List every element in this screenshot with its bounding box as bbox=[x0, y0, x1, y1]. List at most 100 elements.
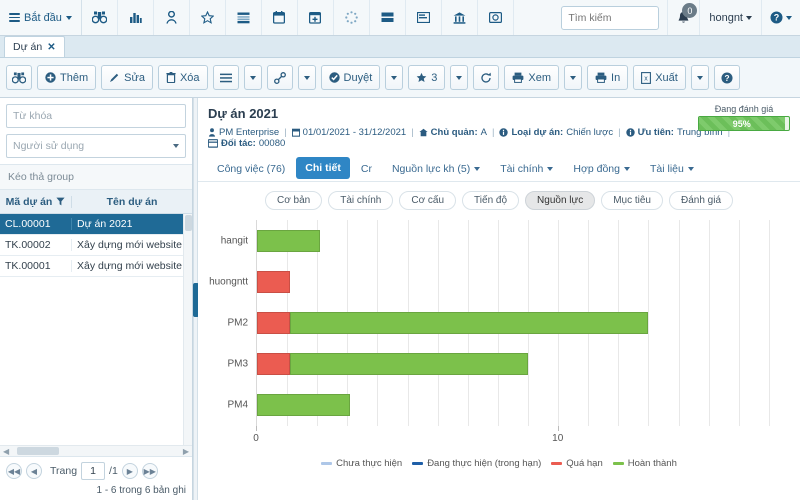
approve-button[interactable]: Duyệt bbox=[320, 65, 381, 90]
list-icon[interactable] bbox=[226, 0, 262, 35]
pill-1[interactable]: Tài chính bbox=[328, 191, 394, 210]
tab-0[interactable]: Công việc (76) bbox=[208, 158, 294, 180]
tab-6[interactable]: Tài liệu bbox=[641, 158, 703, 180]
global-search bbox=[553, 5, 667, 30]
scrollbar-thumb[interactable] bbox=[17, 447, 60, 455]
star-icon[interactable] bbox=[190, 0, 226, 35]
tab-2[interactable]: Cr bbox=[352, 158, 381, 180]
pill-6[interactable]: Đánh giá bbox=[669, 191, 734, 210]
pill-4[interactable]: Nguồn lực bbox=[525, 191, 596, 210]
export-button[interactable]: x Xuất bbox=[633, 65, 686, 90]
favorites-count: 3 bbox=[431, 71, 438, 84]
delete-button[interactable]: Xóa bbox=[157, 65, 208, 90]
tab-1[interactable]: Chi tiết bbox=[296, 157, 350, 179]
user-menu[interactable]: hongnt bbox=[699, 0, 761, 35]
binoculars-icon[interactable] bbox=[82, 0, 118, 35]
table-row[interactable]: TK.00001 Xây dựng mới website cho TCT bbox=[0, 256, 192, 277]
calendar-plus-icon[interactable] bbox=[298, 0, 334, 35]
help-icon: ? bbox=[770, 11, 783, 24]
chart-grid bbox=[256, 220, 784, 426]
plus-circle-icon bbox=[45, 72, 56, 83]
help-menu[interactable]: ? bbox=[761, 0, 800, 35]
add-button[interactable]: Thêm bbox=[37, 65, 97, 90]
chevron-down-icon bbox=[624, 167, 630, 171]
favorites-button[interactable]: 3 bbox=[408, 65, 446, 90]
user-icon[interactable] bbox=[154, 0, 190, 35]
scrollbar-thumb[interactable] bbox=[184, 215, 192, 231]
approve-dropdown[interactable] bbox=[385, 65, 404, 90]
progress-fill: 95% bbox=[699, 117, 785, 130]
bar-chart-icon[interactable] bbox=[118, 0, 154, 35]
search-toolbar-button[interactable] bbox=[6, 65, 32, 90]
meta-value: A bbox=[480, 127, 487, 138]
calendar-icon[interactable] bbox=[262, 0, 298, 35]
more-actions-button[interactable] bbox=[212, 65, 239, 90]
column-header-name[interactable]: Tên dự án bbox=[72, 196, 192, 208]
tab-3[interactable]: Nguồn lực kh (5) bbox=[383, 158, 489, 180]
bar-segment bbox=[290, 353, 529, 376]
pill-3[interactable]: Tiến độ bbox=[462, 191, 520, 210]
column-header-code[interactable]: Mã dự án bbox=[0, 195, 72, 208]
grid-horizontal-scrollbar[interactable]: ◀ ▶ bbox=[0, 445, 192, 456]
edit-button[interactable]: Sửa bbox=[101, 65, 153, 90]
table-row[interactable]: TK.00002 Xây dựng mới website cho TCT bbox=[0, 235, 192, 256]
close-icon[interactable]: ✕ bbox=[47, 42, 55, 53]
group-drop-area[interactable]: Kéo thả group bbox=[0, 164, 192, 190]
tab-4[interactable]: Tài chính bbox=[491, 158, 562, 180]
bar-segment bbox=[290, 312, 649, 334]
pill-5[interactable]: Mục tiêu bbox=[601, 191, 663, 210]
legend-swatch bbox=[412, 462, 424, 465]
bank-icon[interactable] bbox=[442, 0, 478, 35]
keyword-input[interactable]: Từ khóa bbox=[6, 104, 186, 128]
pill-0[interactable]: Cơ bản bbox=[264, 191, 323, 210]
legend-item[interactable]: Đang thực hiện (trong hạn) bbox=[412, 458, 541, 469]
chevron-down-icon bbox=[474, 167, 481, 171]
scroll-left-icon[interactable]: ◀ bbox=[1, 447, 11, 456]
page-number-input[interactable] bbox=[81, 462, 106, 480]
view-button-label: Xem bbox=[528, 71, 552, 84]
more-actions-dropdown[interactable] bbox=[243, 65, 262, 90]
tab-5[interactable]: Hợp đồng bbox=[564, 158, 639, 180]
link-button[interactable] bbox=[266, 65, 293, 90]
delete-button-label: Xóa bbox=[179, 71, 200, 84]
last-page-button[interactable]: ▶▶ bbox=[141, 463, 158, 479]
legend-item[interactable]: Chưa thực hiện bbox=[321, 458, 402, 469]
export-dropdown[interactable] bbox=[690, 65, 709, 90]
table-row[interactable]: CL.00001 Dự án 2021 bbox=[0, 214, 192, 235]
help-button[interactable]: ? bbox=[713, 65, 740, 90]
user-select[interactable]: Người sử dụng bbox=[6, 134, 186, 158]
view-button[interactable]: Xem bbox=[504, 65, 560, 90]
prev-page-button[interactable]: ◀ bbox=[26, 463, 42, 479]
application-window: Bắt đầu Tìm kiếm 0 hongnt ? Dự án ✕ Thêm… bbox=[0, 0, 800, 500]
progress-bar: 95% bbox=[698, 116, 790, 131]
view-dropdown[interactable] bbox=[564, 65, 583, 90]
chevron-down-icon bbox=[547, 167, 554, 171]
pill-2[interactable]: Cơ cấu bbox=[399, 191, 457, 210]
x-tick bbox=[557, 426, 559, 431]
filter-icon[interactable] bbox=[56, 197, 65, 206]
project-header: Dự án 2021 PM Enterprise | 01/01/2021 - … bbox=[198, 98, 800, 155]
meta-divider: | bbox=[618, 127, 621, 138]
link-dropdown[interactable] bbox=[297, 65, 316, 90]
contract-icon[interactable] bbox=[478, 0, 514, 35]
scroll-right-icon[interactable]: ▶ bbox=[181, 447, 191, 456]
check-circle-icon bbox=[328, 72, 340, 83]
favorites-dropdown[interactable] bbox=[450, 65, 469, 90]
meta-value: 00080 bbox=[258, 138, 286, 149]
meta-key: Ưu tiên: bbox=[637, 127, 674, 138]
filter-section: Từ khóa Người sử dụng bbox=[0, 98, 192, 164]
card-icon[interactable] bbox=[370, 0, 406, 35]
legend-item[interactable]: Hoàn thành bbox=[612, 458, 677, 469]
search-input[interactable] bbox=[561, 5, 660, 30]
start-menu-button[interactable]: Bắt đầu bbox=[0, 0, 82, 35]
print-button[interactable]: In bbox=[587, 65, 629, 90]
refresh-button[interactable] bbox=[473, 65, 500, 90]
document-tab-du-an[interactable]: Dự án ✕ bbox=[4, 36, 65, 57]
first-page-button[interactable]: ◀◀ bbox=[6, 463, 22, 479]
notifications-button[interactable]: 0 bbox=[667, 0, 699, 35]
spinner-icon[interactable] bbox=[334, 0, 370, 35]
next-page-button[interactable]: ▶ bbox=[121, 463, 138, 479]
layout-icon[interactable] bbox=[406, 0, 442, 35]
grid-vertical-scrollbar[interactable] bbox=[183, 214, 192, 445]
legend-item[interactable]: Quá hạn bbox=[551, 458, 603, 469]
